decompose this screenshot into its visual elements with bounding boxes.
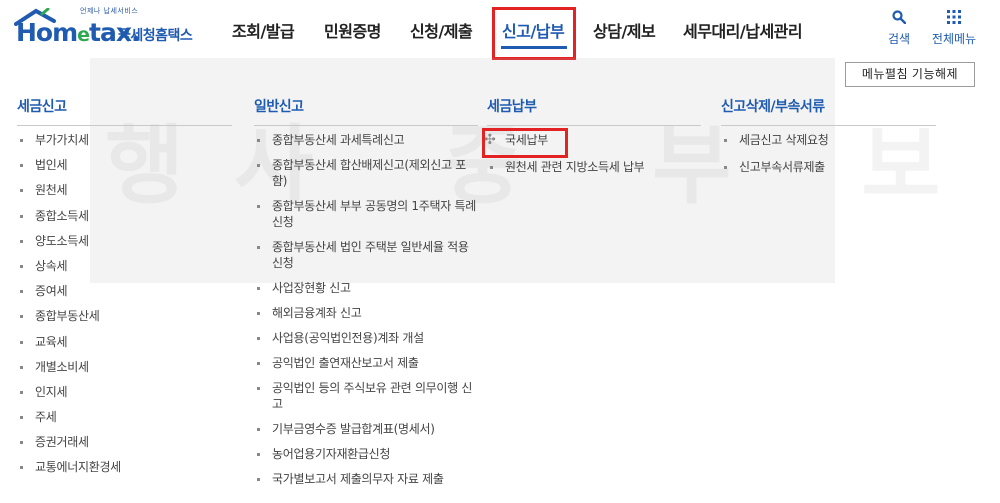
menu-list: 종합부동산세 과세특례신고 종합부동산세 합산배제신고(제외신고 포함) 종합부… <box>254 132 478 487</box>
menu-item[interactable]: 종합부동산세 <box>17 308 232 324</box>
menu-item[interactable]: 개별소비세 <box>17 359 232 375</box>
menu-item-national-tax-payment[interactable]: ✣ 국세납부 <box>484 132 701 148</box>
all-menu-button[interactable]: 전체메뉴 <box>928 10 980 47</box>
logo-subtitle: 국세청홈택스 <box>118 28 193 44</box>
menu-collapse-toggle-button[interactable]: 메뉴펼침 기능해제 <box>845 62 975 87</box>
menu-item[interactable]: 해외금융계좌 신고 <box>254 305 478 321</box>
menu-item[interactable]: 주세 <box>17 409 232 425</box>
menu-item[interactable]: 공익법인 등의 주식보유 관련 의무이행 신고 <box>254 380 478 412</box>
gnb-item-inquiry[interactable]: 조회/발급 <box>232 18 295 42</box>
menu-column-general-filing: 일반신고 종합부동산세 과세특례신고 종합부동산세 합산배제신고(제외신고 포함… <box>254 96 478 496</box>
menu-item[interactable]: 원천세 <box>17 182 232 198</box>
menu-list: 세금신고 삭제요청 신고부속서류제출 <box>721 132 936 175</box>
menu-item[interactable]: 법인세 <box>17 157 232 173</box>
search-icon <box>892 10 907 25</box>
gnb-annotation-highlight <box>492 7 576 60</box>
menu-column-tax-filing: 세금신고 부가가치세 법인세 원천세 종합소득세 양도소득세 상속세 증여세 종… <box>17 96 232 485</box>
gnb-item-tax-agent[interactable]: 세무대리/납세관리 <box>683 18 803 42</box>
column-title: 일반신고 <box>254 96 478 126</box>
menu-item[interactable]: 부가가치세 <box>17 132 232 148</box>
column-title: 세금납부 <box>487 96 701 126</box>
column-title: 신고삭제/부속서류 <box>721 96 936 126</box>
menu-item[interactable]: 사업용(공익법인전용)계좌 개설 <box>254 330 478 346</box>
gnb-item-consultation[interactable]: 상담/제보 <box>593 18 656 42</box>
menu-item[interactable]: 종합부동산세 법인 주택분 일반세율 적용 신청 <box>254 239 478 271</box>
menu-item[interactable]: 종합부동산세 부부 공동명의 1주택자 특례 신청 <box>254 198 478 230</box>
menu-item[interactable]: 국가별보고서 제출의무자 자료 제출 <box>254 471 478 487</box>
menu-item[interactable]: 농어업용기자재환급신청 <box>254 446 478 462</box>
logo-tagline: 언제나 납세서비스 <box>80 7 139 15</box>
menu-item[interactable]: 인지세 <box>17 384 232 400</box>
gnb-item-application[interactable]: 신청/제출 <box>410 18 473 42</box>
menu-column-tax-payment: 세금납부 ✣ 국세납부 원천세 관련 지방소득세 납부 <box>484 96 701 186</box>
grid-icon <box>947 10 961 24</box>
menu-column-delete-attachments: 신고삭제/부속서류 세금신고 삭제요청 신고부속서류제출 <box>721 96 936 186</box>
menu-item[interactable]: 교육세 <box>17 334 232 350</box>
menu-item[interactable]: 기부금영수증 발급합계표(명세서) <box>254 421 478 437</box>
hometax-logo[interactable]: 언제나 납세서비스 Hometax. 국세청홈택스 <box>14 6 204 50</box>
menu-item[interactable]: 공익법인 출연재산보고서 제출 <box>254 355 478 371</box>
gnb-item-certificate[interactable]: 민원증명 <box>324 18 381 42</box>
menu-item[interactable]: 양도소득세 <box>17 233 232 249</box>
menu-item[interactable]: 교통에너지환경세 <box>17 459 232 475</box>
menu-item[interactable]: 세금신고 삭제요청 <box>721 132 936 148</box>
menu-item[interactable]: 상속세 <box>17 258 232 274</box>
all-menu-label: 전체메뉴 <box>931 32 977 46</box>
menu-list: ✣ 국세납부 원천세 관련 지방소득세 납부 <box>484 132 701 175</box>
menu-item[interactable]: 증권거래세 <box>17 434 232 450</box>
menu-list: 부가가치세 법인세 원천세 종합소득세 양도소득세 상속세 증여세 종합부동산세… <box>17 132 232 475</box>
menu-item[interactable]: 사업장현황 신고 <box>254 280 478 296</box>
menu-item[interactable]: 신고부속서류제출 <box>721 159 936 175</box>
menu-item[interactable]: 종합소득세 <box>17 208 232 224</box>
column-title: 세금신고 <box>17 96 232 126</box>
menu-item[interactable]: 종합부동산세 합산배제신고(제외신고 포함) <box>254 157 478 189</box>
move-cursor-icon: ✣ <box>484 132 496 148</box>
menu-item[interactable]: 종합부동산세 과세특례신고 <box>254 132 478 148</box>
menu-item[interactable]: 증여세 <box>17 283 232 299</box>
search-label: 검색 <box>887 32 911 46</box>
search-button[interactable]: 검색 <box>884 10 914 47</box>
menu-item[interactable]: 원천세 관련 지방소득세 납부 <box>487 159 701 175</box>
